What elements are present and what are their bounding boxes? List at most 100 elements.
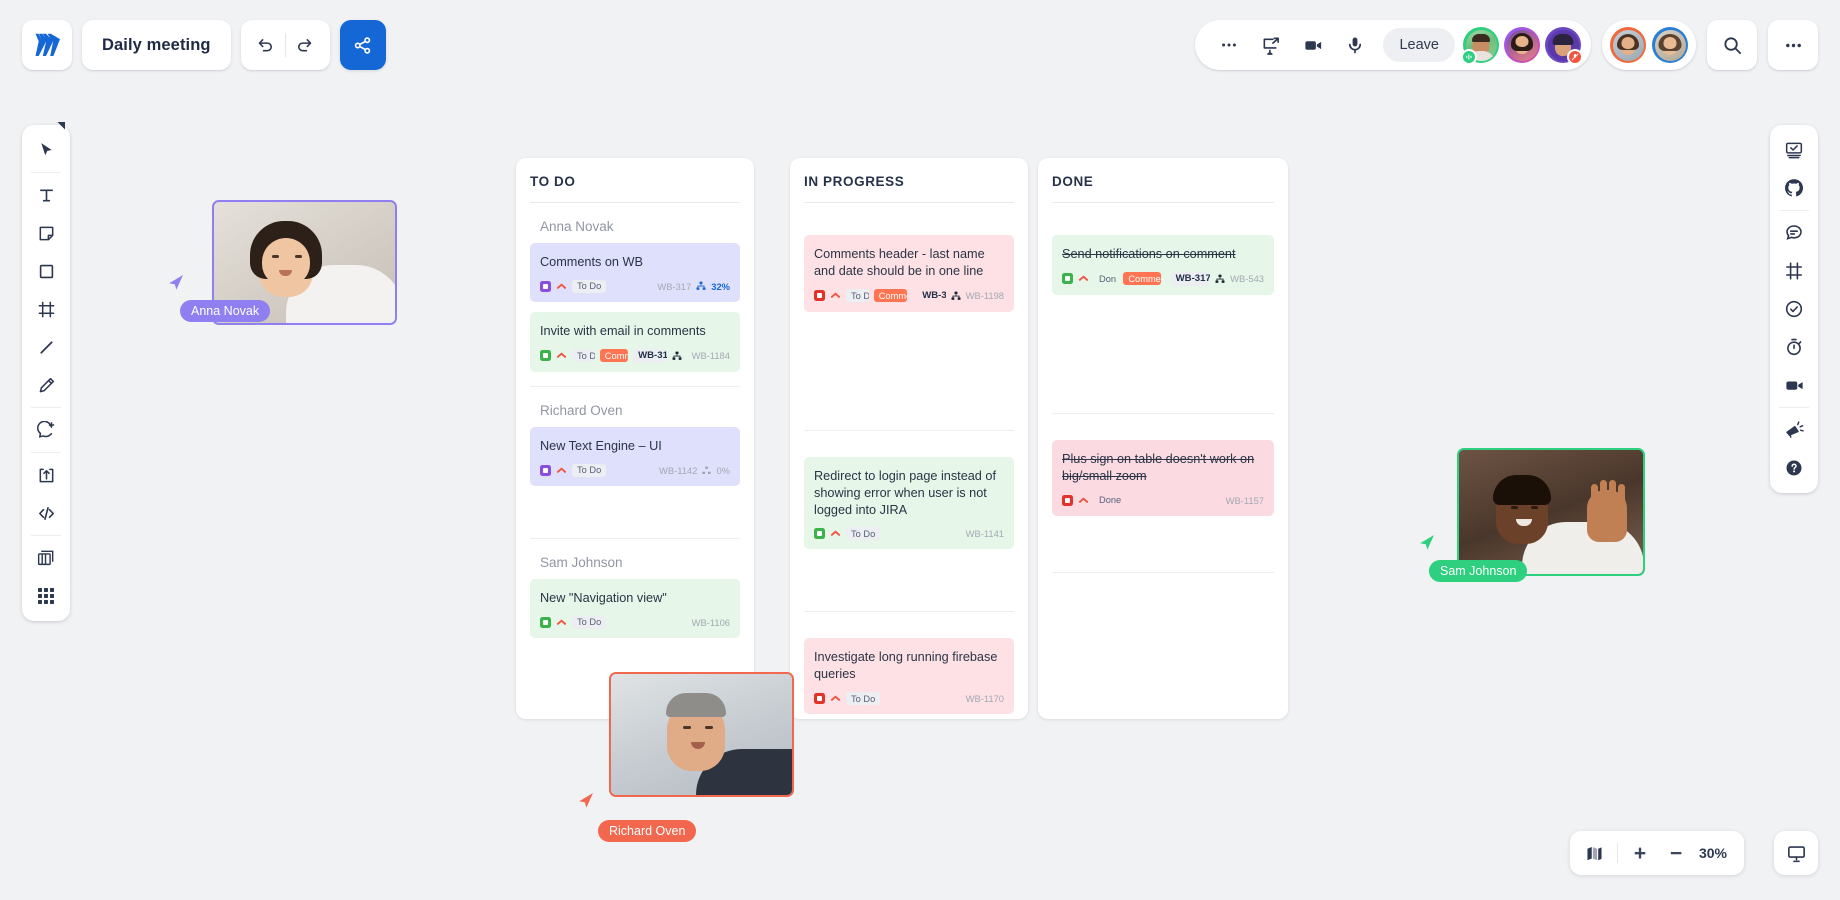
screen-share-button[interactable] — [1251, 25, 1291, 65]
card-title: Send notifications on comment — [1062, 247, 1236, 261]
sprint-icon — [951, 291, 961, 301]
board-menu-button[interactable] — [1768, 20, 1818, 70]
board-card[interactable]: Redirect to login page instead of showin… — [804, 456, 1014, 550]
participant-avatar-2[interactable] — [1504, 27, 1540, 63]
video-frame — [609, 672, 794, 797]
board-card[interactable]: Comments on WB To Do WB-317 32% — [530, 243, 740, 302]
leave-label: Leave — [1399, 37, 1439, 53]
sprint-icon — [1215, 274, 1225, 284]
video-face-front — [262, 238, 311, 287]
voting-button[interactable] — [1770, 290, 1818, 328]
shape-tool[interactable] — [22, 252, 70, 290]
priority-up-icon — [556, 350, 567, 361]
video-bubble-richard-oven[interactable]: Richard Oven — [579, 672, 794, 842]
leave-meeting-button[interactable]: Leave — [1383, 28, 1455, 62]
select-tool[interactable] — [22, 122, 70, 169]
line-icon — [37, 338, 56, 357]
frame-icon — [37, 300, 56, 319]
board-card[interactable]: New "Navigation view" To Do WB-1106 — [530, 578, 740, 638]
text-tool[interactable] — [22, 176, 70, 214]
zoom-out-button[interactable]: − — [1659, 831, 1693, 875]
present-button[interactable] — [1774, 831, 1818, 875]
card-meta: To Do WB-1170 — [814, 692, 1004, 706]
chat-button[interactable] — [1770, 214, 1818, 252]
board-card[interactable]: Send notifications on comment Don Comme … — [1052, 235, 1274, 295]
templates-tool[interactable] — [22, 539, 70, 577]
sticky-note-tool[interactable] — [22, 214, 70, 252]
video-camera-icon — [1303, 35, 1324, 56]
board-title-button[interactable]: Daily meeting — [82, 20, 231, 70]
issue-type-icon — [814, 693, 825, 705]
participant-avatar-1[interactable] — [1461, 27, 1499, 65]
participant-avatar-3[interactable] — [1545, 27, 1583, 65]
pen-tool[interactable] — [22, 366, 70, 404]
upload-tool[interactable] — [22, 456, 70, 494]
creation-toolbar — [22, 122, 70, 621]
board-presentation-button[interactable] — [1770, 131, 1818, 169]
square-icon — [37, 262, 56, 281]
cursor-name-tag: Richard Oven — [598, 820, 697, 842]
zoom-in-button[interactable]: + — [1623, 831, 1657, 875]
viewer-avatar-2[interactable] — [1652, 27, 1688, 63]
zoom-toolbar: + − 30% — [1569, 831, 1744, 875]
column-title: IN PROGRESS — [804, 174, 905, 189]
timer-icon — [1784, 337, 1804, 357]
embed-tool[interactable] — [22, 494, 70, 532]
microphone-icon — [1345, 35, 1365, 55]
issue-type-icon — [814, 528, 825, 540]
meeting-more-button[interactable] — [1209, 25, 1249, 65]
card-progress: 0% — [716, 464, 730, 476]
board-title: Daily meeting — [102, 35, 211, 54]
jira-integration-button[interactable] — [1770, 252, 1818, 290]
header-left-group: Daily meeting — [22, 20, 386, 70]
group-owner-label: Anna Novak — [540, 219, 614, 234]
toolbar-divider — [1616, 843, 1618, 863]
tool-options-chevron-icon[interactable] — [54, 121, 66, 133]
github-icon — [1784, 178, 1804, 198]
video-bubble-anna-novak[interactable]: Anna Novak — [169, 200, 397, 325]
card-title: New "Navigation view" — [540, 590, 667, 605]
card-title: Invite with email in comments — [540, 323, 706, 338]
group-owner-label: Richard Oven — [540, 402, 623, 418]
grid-apps-icon — [37, 587, 55, 605]
share-button[interactable] — [339, 20, 386, 70]
minimap-button[interactable] — [1578, 831, 1612, 875]
github-integration-button[interactable] — [1770, 169, 1818, 207]
miro-logo-button[interactable] — [22, 20, 72, 70]
camera-toggle-button[interactable] — [1293, 25, 1333, 65]
priority-up-icon — [830, 290, 841, 301]
board-card[interactable]: Plus sign on table doesn't work on big/s… — [1052, 439, 1274, 516]
board-card[interactable]: Invite with email in comments To D Comm … — [530, 311, 740, 372]
screen-check-icon — [1784, 140, 1804, 160]
help-button[interactable] — [1770, 449, 1818, 487]
priority-up-icon — [830, 528, 841, 539]
toolbar-divider — [31, 407, 61, 408]
redo-button[interactable] — [286, 20, 324, 70]
frame-tool[interactable] — [22, 290, 70, 328]
remote-cursor-icon — [574, 790, 596, 812]
card-status-chip: Don — [1099, 273, 1117, 284]
viewer-avatar-1[interactable] — [1610, 27, 1646, 63]
video-bubble-sam-johnson[interactable]: Sam Johnson — [1420, 448, 1645, 582]
microphone-toggle-button[interactable] — [1335, 25, 1375, 65]
help-circle-icon — [1784, 458, 1804, 478]
connection-line-tool[interactable] — [22, 328, 70, 366]
card-status-chip: To Do — [846, 527, 881, 541]
comment-tool[interactable] — [22, 411, 70, 449]
priority-up-icon — [556, 465, 567, 476]
group-divider — [1052, 571, 1274, 573]
undo-button[interactable] — [247, 20, 285, 70]
apps-tool[interactable] — [22, 577, 70, 615]
search-button[interactable] — [1707, 20, 1757, 70]
toolbar-divider — [31, 535, 61, 536]
board-card[interactable]: New Text Engine – UI To Do WB-1142 0% — [530, 426, 740, 486]
card-meta: Done WB-1157 — [1062, 494, 1264, 507]
video-chat-button[interactable] — [1770, 366, 1818, 404]
timer-button[interactable] — [1770, 328, 1818, 366]
zoom-level-value[interactable]: 30% — [1695, 845, 1736, 861]
attention-mode-button[interactable] — [1770, 411, 1818, 449]
board-card[interactable]: Comments header - last name and date sho… — [804, 235, 1014, 312]
priority-up-icon — [830, 693, 841, 704]
column-title: TO DO — [530, 174, 576, 189]
board-card[interactable]: Investigate long running firebase querie… — [804, 638, 1014, 715]
